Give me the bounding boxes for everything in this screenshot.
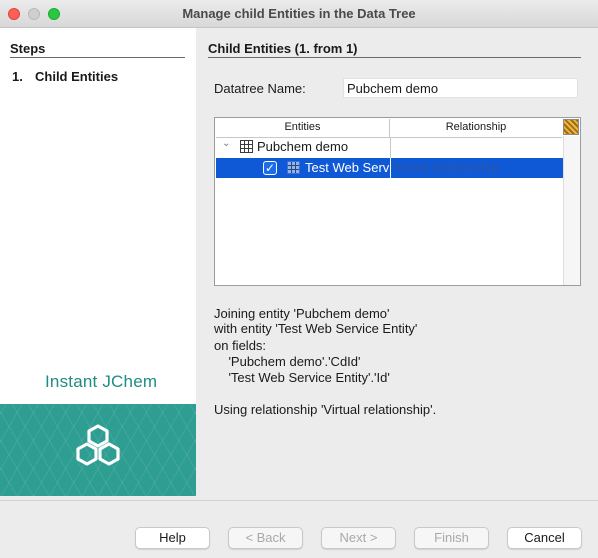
page-title: Child Entities (1. from 1)	[208, 41, 358, 56]
table-grid-icon	[240, 140, 253, 153]
back-button[interactable]: < Back	[228, 527, 303, 549]
next-button[interactable]: Next >	[321, 527, 396, 549]
join-info-line: with entity 'Test Web Service Entity'	[214, 321, 418, 336]
brand-name: Instant JChem	[45, 372, 158, 391]
vertical-scrollbar[interactable]	[563, 136, 580, 285]
child-entities-table: Entities Relationship ⌄ Pubchem demo ✓ T…	[214, 117, 581, 286]
cancel-button[interactable]: Cancel	[507, 527, 582, 549]
datatree-name-field[interactable]: Pubchem demo	[343, 78, 578, 98]
column-header-relationship[interactable]: Relationship	[390, 119, 562, 138]
parent-entity-label: Pubchem demo	[257, 139, 349, 154]
finish-button[interactable]: Finish	[414, 527, 489, 549]
help-button[interactable]: Help	[135, 527, 210, 549]
steps-divider	[10, 57, 185, 58]
column-chooser-icon[interactable]	[563, 119, 579, 135]
title-bar: Manage child Entities in the Data Tree	[0, 0, 598, 28]
hexagon-logo-icon	[76, 424, 120, 466]
chevron-down-icon[interactable]: ⌄	[222, 138, 230, 149]
relationship-cell[interactable]: Virtual relationship	[392, 160, 562, 175]
join-info-line: 'Test Web Service Entity'.'Id'	[214, 370, 390, 385]
include-entity-checkbox[interactable]: ✓	[263, 161, 277, 175]
step-item-child-entities: 1. Child Entities	[12, 69, 118, 84]
tree-row-child-selected[interactable]: ✓ Test Web Service Entity Virtual relati…	[216, 158, 563, 178]
column-header-entities[interactable]: Entities	[216, 119, 390, 138]
child-entity-label: Test Web Service Entity	[305, 160, 389, 175]
steps-heading: Steps	[10, 41, 46, 56]
join-info-line: Joining entity 'Pubchem demo'	[214, 306, 390, 321]
join-info-line: on fields:	[214, 338, 267, 353]
step-label: Child Entities	[35, 69, 119, 84]
brand-banner	[0, 404, 196, 496]
column-divider	[390, 158, 391, 178]
join-info-line: 'Pubchem demo'.'CdId'	[214, 354, 361, 369]
footer-divider	[0, 500, 598, 501]
title-divider	[208, 57, 581, 58]
tree-row-parent[interactable]: ⌄ Pubchem demo	[215, 138, 563, 157]
datatree-name-label: Datatree Name:	[214, 81, 306, 96]
table-grid-icon	[287, 161, 300, 174]
step-number: 1.	[12, 69, 23, 84]
window-title: Manage child Entities in the Data Tree	[182, 6, 416, 21]
relationship-info-line: Using relationship 'Virtual relationship…	[214, 402, 437, 417]
steps-pane: Steps 1. Child Entities Instant JChem	[0, 28, 196, 496]
